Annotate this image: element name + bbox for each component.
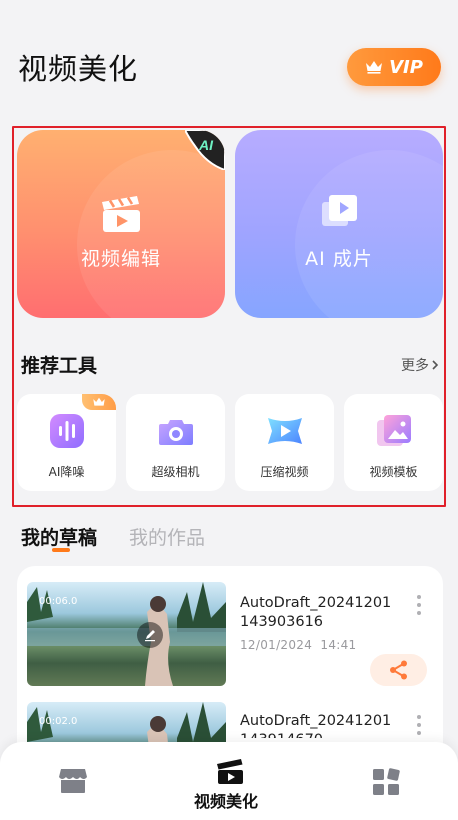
tools-section-title: 推荐工具 [21,355,98,377]
camera-icon [158,420,193,445]
draft-thumbnail[interactable]: 00:06.0 [27,582,226,686]
draft-name: AutoDraft_20241201143903616 [240,595,392,630]
store-icon[interactable] [58,766,88,794]
tab-my-drafts[interactable]: 我的草稿 [21,523,97,550]
ai-tag-text: AI [198,137,214,153]
stacked-video-icon [322,195,357,226]
tab-my-works[interactable]: 我的作品 [129,523,205,550]
draft-duration: 00:02.0 [39,716,78,727]
draft-datetime: 12/01/2024 14:41 [240,638,357,652]
clapperboard-icon [102,196,140,232]
draft-duration: 00:06.0 [39,596,78,607]
edit-icon[interactable] [137,622,163,648]
compress-video-icon [267,418,302,444]
tool-label: 超级相机 [151,465,200,479]
draft-date: 12/01/2024 [240,638,313,652]
video-template-icon [376,415,411,446]
more-options-icon[interactable] [416,594,422,616]
more-label: 更多 [401,358,429,374]
nav-label-video-beautify: 视频美化 [194,792,259,811]
vip-button[interactable]: VIP [347,48,441,86]
noise-reduction-icon [49,414,84,448]
pencil-icon [145,630,155,642]
page-title: 视频美化 [18,52,139,86]
tool-label: AI降噪 [48,465,85,479]
ai-clip-label: AI 成片 [305,248,373,270]
draft-name: AutoDraft_20241201143914670 [240,713,392,738]
chevron-right-icon [432,360,439,370]
video-edit-card[interactable]: 视频编辑 AI [17,130,225,318]
tool-label: 压缩视频 [260,465,309,479]
tool-ai-denoise[interactable]: AI降噪 [17,394,116,491]
share-button[interactable] [370,654,427,686]
tool-video-template[interactable]: 视频模板 [344,394,443,491]
grid-icon[interactable] [372,768,400,796]
more-options-icon[interactable] [416,714,422,736]
ai-clip-card[interactable]: AI 成片 [235,130,443,318]
share-icon [389,660,407,680]
clapperboard-icon[interactable] [215,757,245,785]
header: 视频美化 VIP [0,0,458,120]
ai-tag-icon: AI [185,130,225,170]
crown-icon [366,61,383,74]
draft-time: 14:41 [320,638,357,652]
tab-indicator [52,548,70,552]
more-tools-link[interactable]: 更多 [401,355,439,375]
video-edit-label: 视频编辑 [80,248,161,270]
bottom-navigation: 视频美化 [0,742,458,820]
vip-label: VIP [389,56,423,78]
tool-super-camera[interactable]: 超级相机 [126,394,225,491]
crown-icon [93,397,105,406]
crown-badge [82,394,116,410]
tool-label: 视频模板 [369,465,418,479]
tool-compress-video[interactable]: 压缩视频 [235,394,334,491]
